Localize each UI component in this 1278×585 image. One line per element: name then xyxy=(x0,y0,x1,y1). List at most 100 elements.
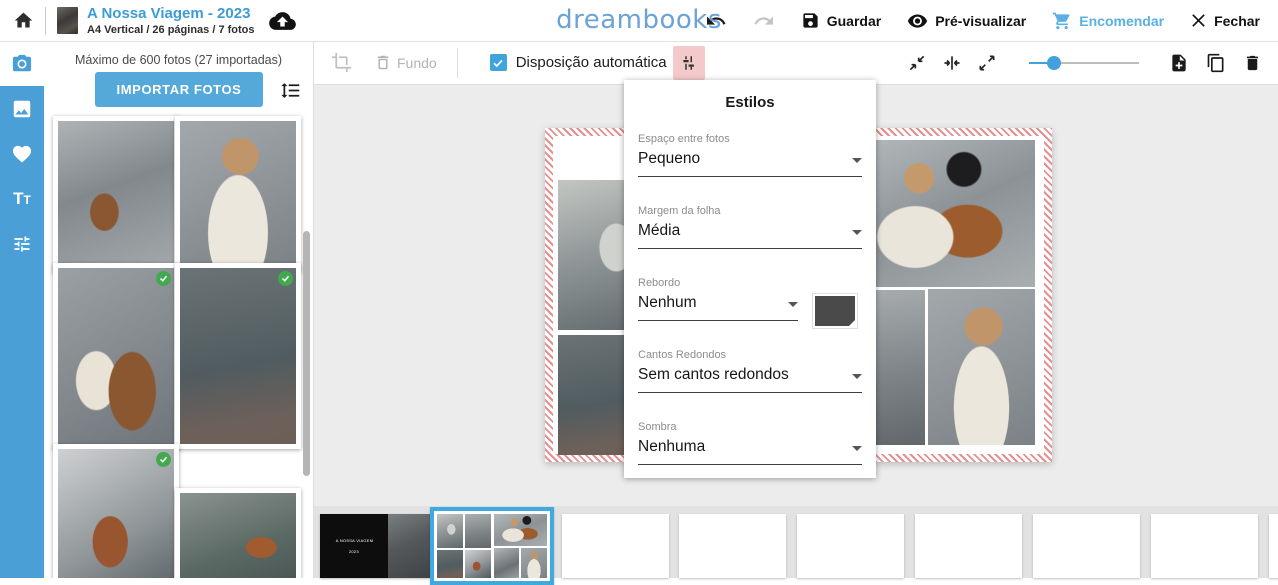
sidebar-tab-photos[interactable] xyxy=(0,41,44,86)
filmstrip-spread-thumb[interactable] xyxy=(1033,514,1140,578)
photo-thumb xyxy=(180,268,296,444)
app-header: A Nossa Viagem - 2023 A4 Vertical / 26 p… xyxy=(0,0,1278,42)
project-title: A Nossa Viagem - 2023 xyxy=(87,5,255,24)
close-icon xyxy=(1190,12,1207,29)
border-color-swatch[interactable] xyxy=(812,293,858,329)
page-margin-select[interactable]: Média xyxy=(638,222,862,249)
project-subtitle: A4 Vertical / 26 páginas / 7 fotos xyxy=(87,24,255,36)
preview-label: Pré-visualizar xyxy=(935,13,1026,29)
close-button[interactable]: Fechar xyxy=(1190,12,1260,29)
field-value: Nenhum xyxy=(638,294,697,312)
photo-thumb xyxy=(180,121,296,268)
save-button[interactable]: Guardar xyxy=(801,11,881,30)
field-label: Cantos Redondos xyxy=(638,349,862,361)
toolbar-divider xyxy=(457,48,458,78)
styles-toggle-button[interactable] xyxy=(673,46,705,80)
heart-icon xyxy=(11,144,33,164)
cover-front: A NOSSA VIAGEM 2023 xyxy=(320,514,388,578)
chevron-down-icon xyxy=(852,158,862,163)
fit-expand-icon[interactable] xyxy=(977,53,997,73)
field-photo-spacing: Espaço entre fotos Pequeno xyxy=(638,133,862,177)
cover-photo xyxy=(388,514,430,578)
filmstrip-spread-thumb[interactable] xyxy=(797,514,904,578)
eye-icon xyxy=(907,13,928,29)
photo-thumb xyxy=(58,449,174,578)
sidebar-tab-styles[interactable] xyxy=(0,221,44,266)
photo-thumb xyxy=(180,493,296,578)
rounded-corners-select[interactable]: Sem cantos redondos xyxy=(638,366,862,393)
cart-icon xyxy=(1052,11,1072,31)
text-icon: TT xyxy=(13,190,31,208)
photo-panel-scrollbar[interactable] xyxy=(303,231,310,476)
spread-photo-hat-woman[interactable] xyxy=(928,289,1035,445)
trash-outline-icon xyxy=(374,53,392,72)
zoom-slider[interactable] xyxy=(1029,56,1139,70)
filmstrip-spread-thumb-selected[interactable] xyxy=(430,507,554,585)
copy-page-icon[interactable] xyxy=(1206,52,1226,74)
photo-thumb-card[interactable] xyxy=(175,263,301,449)
chevron-down-icon xyxy=(852,230,862,235)
page-filmstrip: A NOSSA VIAGEM 2023 xyxy=(313,506,1278,578)
auto-layout-label: Disposição automática xyxy=(516,54,667,71)
photo-thumb-card[interactable] xyxy=(175,488,301,578)
photo-thumb xyxy=(58,268,174,444)
sidebar-tab-text[interactable]: TT xyxy=(0,176,44,221)
photo-thumb-card[interactable] xyxy=(53,444,179,578)
filmstrip-spread-thumb[interactable] xyxy=(915,514,1022,578)
edit-toolbar: Fundo Disposição automática xyxy=(313,41,1278,85)
styles-title: Estilos xyxy=(624,94,876,111)
crop-icon[interactable] xyxy=(331,52,352,73)
background-label: Fundo xyxy=(397,55,437,71)
photo-used-check-icon xyxy=(156,271,171,286)
field-border: Rebordo Nenhum xyxy=(638,277,862,321)
photo-thumb-card[interactable] xyxy=(175,116,301,273)
photo-used-check-icon xyxy=(278,271,293,286)
field-page-margin: Margem da folha Média xyxy=(638,205,862,249)
chevron-down-icon xyxy=(788,302,798,307)
order-button[interactable]: Encomendar xyxy=(1052,11,1164,31)
image-icon xyxy=(11,98,33,120)
photo-thumb-card[interactable] xyxy=(53,116,179,273)
import-photos-button[interactable]: IMPORTAR FOTOS xyxy=(95,72,263,107)
filmstrip-spread-thumb[interactable] xyxy=(679,514,786,578)
fit-shrink-icon[interactable] xyxy=(907,53,927,73)
photo-limit-text: Máximo de 600 fotos (27 importadas) xyxy=(44,53,313,67)
photo-thumb xyxy=(58,121,174,268)
camera-icon xyxy=(11,54,33,74)
field-value: Pequeno xyxy=(638,150,700,168)
left-sidebar: TT xyxy=(0,41,44,578)
sidebar-tab-favorites[interactable] xyxy=(0,131,44,176)
editor-main: Fundo Disposição automática xyxy=(313,41,1278,578)
zoom-slider-knob[interactable] xyxy=(1047,56,1061,70)
shadow-select[interactable]: Nenhuma xyxy=(638,438,862,465)
photo-thumb-card[interactable] xyxy=(53,263,179,449)
close-label: Fechar xyxy=(1214,13,1260,29)
preview-button[interactable]: Pré-visualizar xyxy=(907,13,1026,29)
add-page-icon[interactable] xyxy=(1169,52,1189,74)
home-icon[interactable] xyxy=(13,10,34,31)
sort-photos-icon[interactable] xyxy=(280,80,301,101)
auto-layout-checkbox[interactable] xyxy=(490,54,507,71)
header-divider xyxy=(45,7,46,35)
border-select[interactable]: Nenhum xyxy=(638,294,798,321)
filmstrip-spread-thumb[interactable] xyxy=(1269,514,1278,578)
order-label: Encomendar xyxy=(1079,13,1164,29)
fit-width-icon[interactable] xyxy=(942,53,962,73)
chevron-down-icon xyxy=(852,446,862,451)
chevron-down-icon xyxy=(852,374,862,379)
photo-used-check-icon xyxy=(156,452,171,467)
cover-year: 2023 xyxy=(349,549,359,554)
redo-icon[interactable] xyxy=(753,12,775,30)
spread-photo-couple[interactable] xyxy=(848,140,1035,287)
field-rounded-corners: Cantos Redondos Sem cantos redondos xyxy=(638,349,862,393)
photo-spacing-select[interactable]: Pequeno xyxy=(638,150,862,177)
delete-page-icon[interactable] xyxy=(1243,52,1262,74)
save-label: Guardar xyxy=(827,13,881,29)
field-shadow: Sombra Nenhuma xyxy=(638,421,862,465)
field-value: Sem cantos redondos xyxy=(638,366,789,384)
sidebar-tab-layouts[interactable] xyxy=(0,86,44,131)
filmstrip-spread-thumb[interactable] xyxy=(1151,514,1258,578)
filmstrip-spread-thumb[interactable] xyxy=(562,514,669,578)
background-button[interactable]: Fundo xyxy=(374,53,437,72)
filmstrip-cover-thumb[interactable]: A NOSSA VIAGEM 2023 xyxy=(320,514,430,578)
